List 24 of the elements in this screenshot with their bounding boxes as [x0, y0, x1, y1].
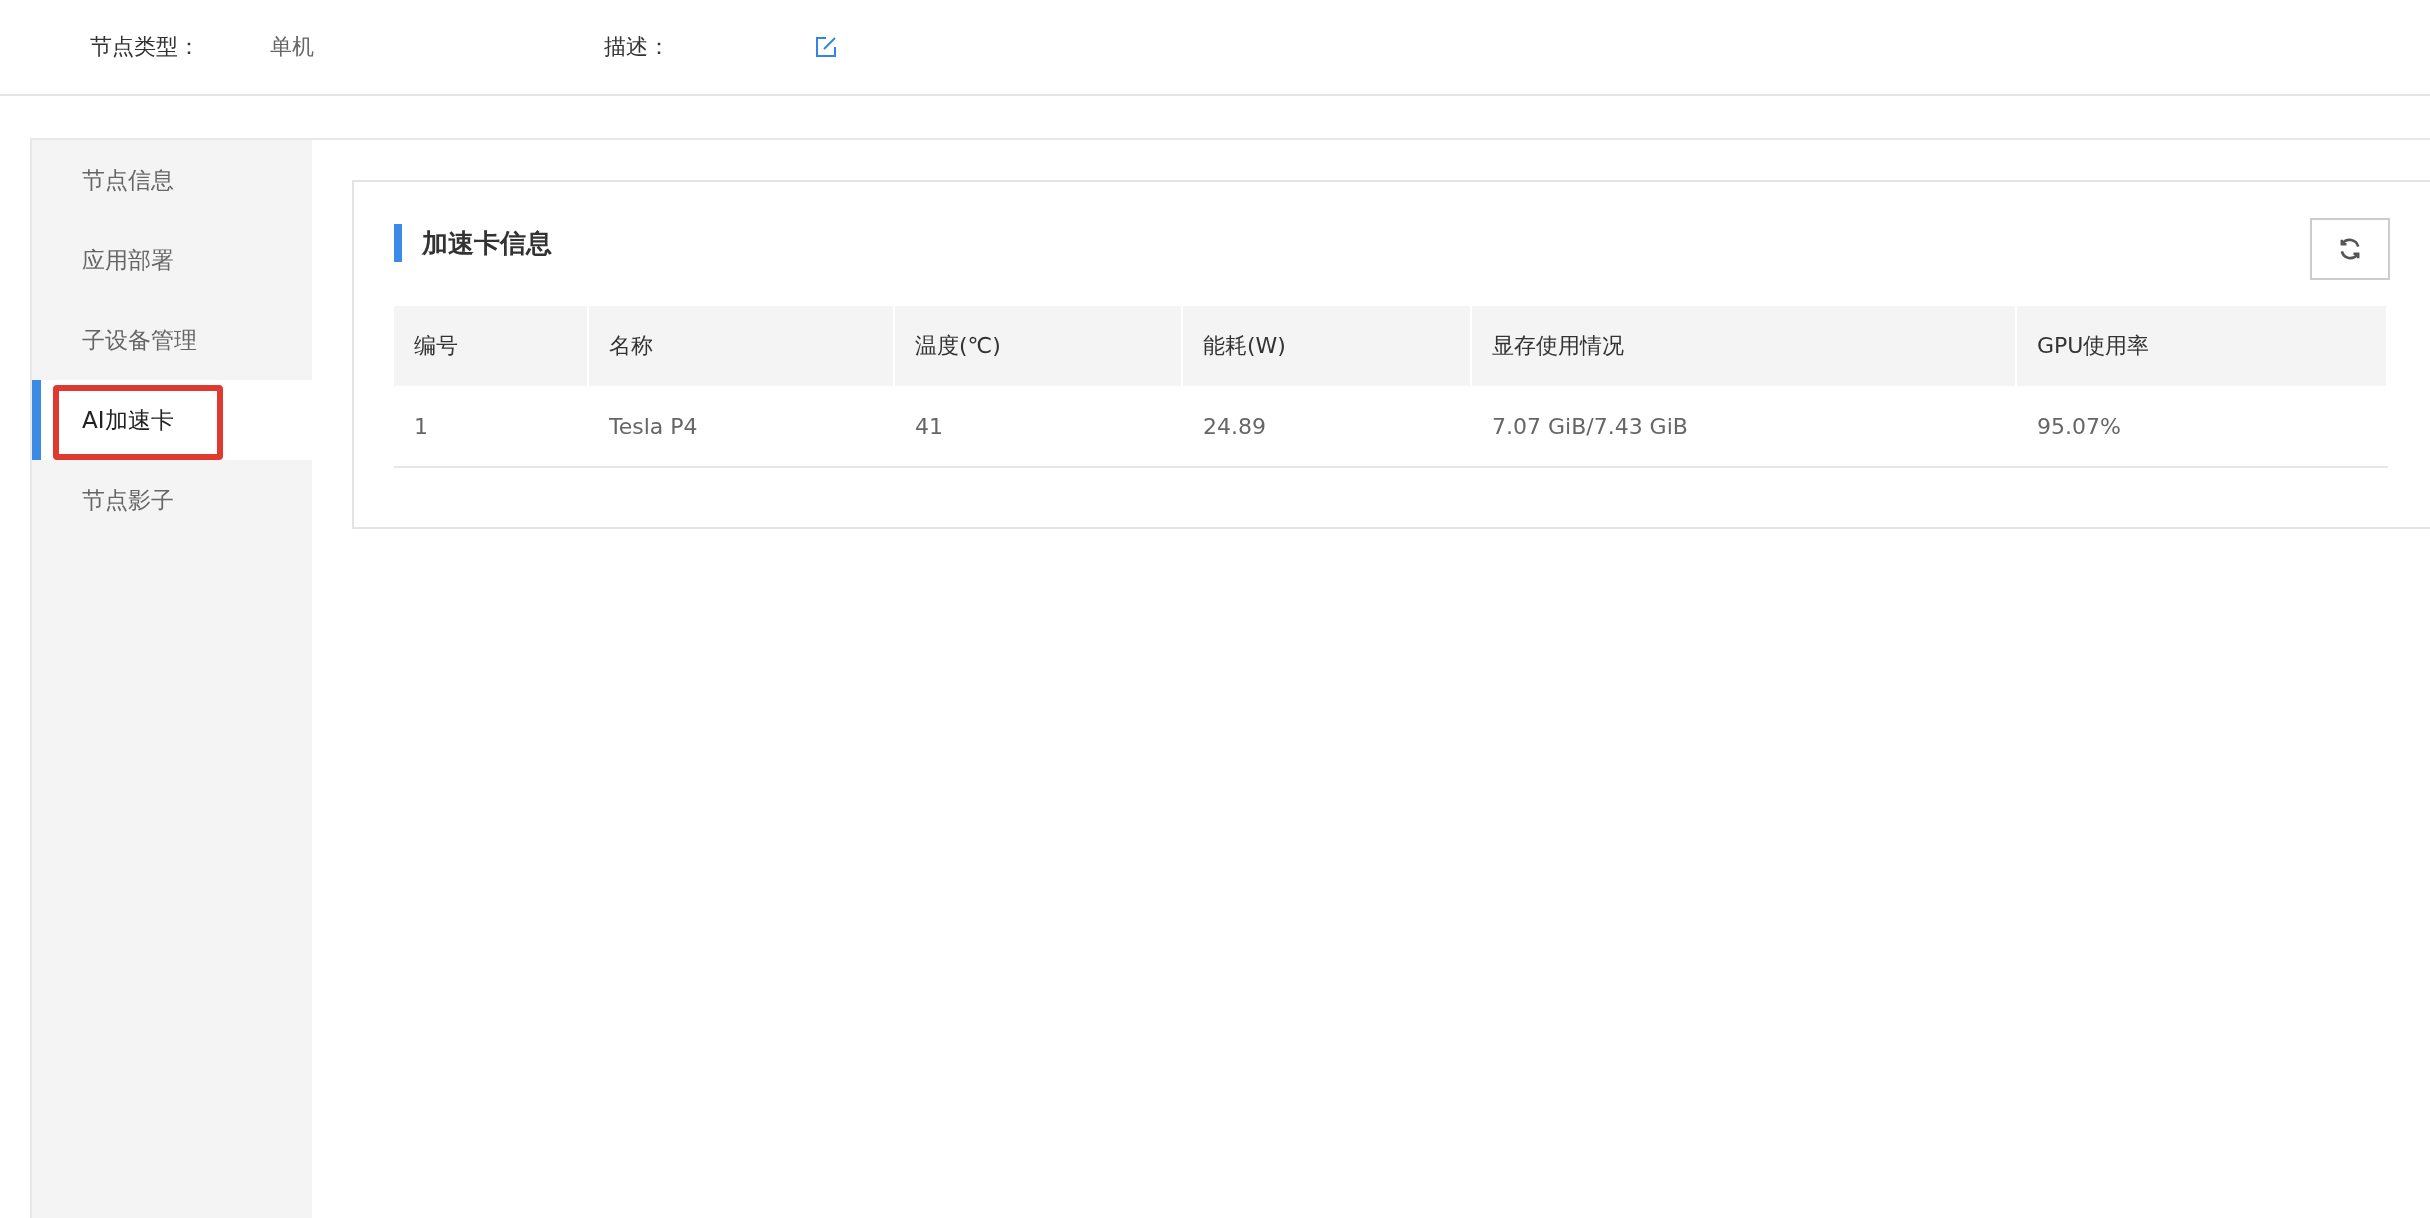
- table-cell-text: 1: [413, 412, 429, 441]
- edit-icon[interactable]: [814, 35, 838, 59]
- refresh-button[interactable]: [2310, 218, 2390, 280]
- field-label: 节点类型：: [90, 33, 201, 61]
- title-accent-bar: [394, 224, 402, 262]
- sidebar-item[interactable]: 节点信息: [32, 140, 312, 220]
- column-header: GPU使用率: [2017, 306, 2388, 386]
- column-header: 显存使用情况: [1472, 306, 2017, 386]
- column-header: 温度(℃): [895, 306, 1183, 386]
- table-cell-text: 7.07 GiB/7.43 GiB: [1491, 412, 1689, 441]
- sidebar-item[interactable]: AI加速卡: [32, 380, 312, 460]
- field-value: 单机: [270, 33, 314, 61]
- card-title: 加速卡信息: [422, 226, 552, 260]
- table-cell-text: 24.89: [1202, 412, 1267, 441]
- column-header: 名称: [589, 306, 895, 386]
- table-cell-text: 41: [914, 412, 944, 441]
- sidebar-item[interactable]: 应用部署: [32, 220, 312, 300]
- column-header: 能耗(W): [1183, 306, 1472, 386]
- field-label: 描述：: [604, 33, 671, 61]
- sidebar-item[interactable]: 子设备管理: [32, 300, 312, 380]
- column-header: 编号: [394, 306, 589, 386]
- table-cell-text: 95.07%: [2036, 412, 2122, 441]
- sidebar-item[interactable]: 节点影子: [32, 460, 312, 540]
- table-cell-text: Tesla P4: [608, 412, 699, 441]
